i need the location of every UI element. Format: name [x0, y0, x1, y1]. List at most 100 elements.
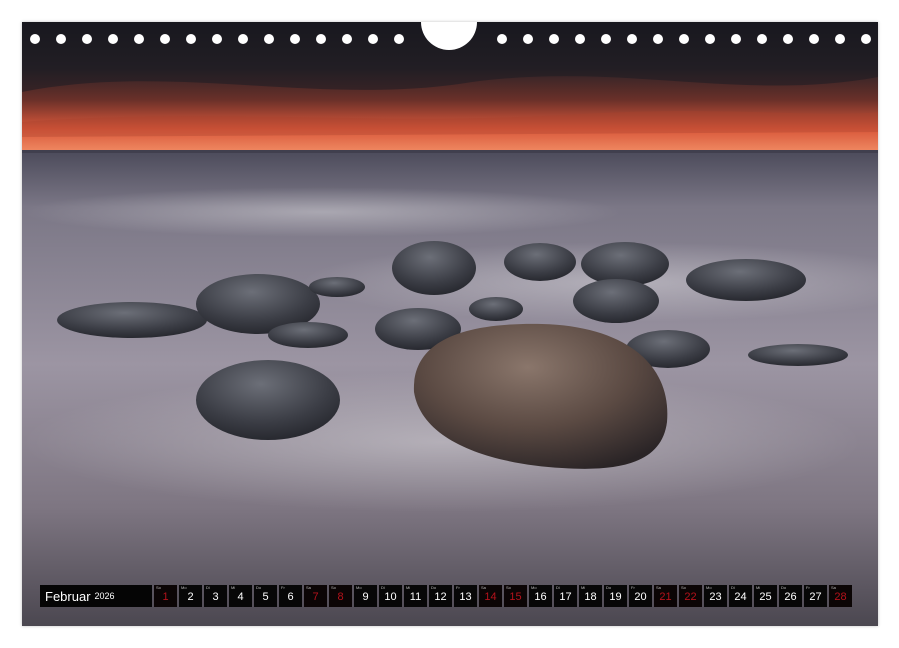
weekday-label: Mo: [706, 585, 712, 590]
day-cell: So 8: [329, 585, 352, 607]
day-number: 6: [287, 591, 294, 603]
weekday-label: Do: [781, 585, 787, 590]
weekday-label: So: [681, 585, 686, 590]
weekday-label: Sa: [306, 585, 311, 590]
binding-hole: [835, 34, 845, 44]
binding-hole: [809, 34, 819, 44]
binding-hole: [316, 34, 326, 44]
day-number: 11: [409, 591, 422, 603]
day-cell: Di 3: [204, 585, 227, 607]
day-number: 12: [434, 591, 447, 603]
day-number: 21: [659, 591, 672, 603]
calendar-bar: Februar 2026 So 1 Mo 2 Di 3 Mi 4 Do 5 Fr 6 Sa 7 So 8 Mo 9…: [40, 585, 860, 607]
month-year: 2026: [94, 591, 115, 601]
day-number: 4: [237, 591, 244, 603]
day-cell: Di 24: [729, 585, 752, 607]
binding-hole: [601, 34, 611, 44]
binding-hole: [212, 34, 222, 44]
weekday-label: Do: [431, 585, 437, 590]
binding-hole: [549, 34, 559, 44]
binding-hole: [705, 34, 715, 44]
binding-hole: [861, 34, 871, 44]
day-cell: Sa 28: [829, 585, 852, 607]
day-cell: Mi 4: [229, 585, 252, 607]
day-cell: Do 19: [604, 585, 627, 607]
weekday-label: Do: [256, 585, 262, 590]
day-number: 7: [312, 591, 319, 603]
weekday-label: Mo: [356, 585, 362, 590]
binding-hole: [342, 34, 352, 44]
day-cell: Sa 14: [479, 585, 502, 607]
weekday-label: Di: [556, 585, 560, 590]
binding-hole: [731, 34, 741, 44]
day-number: 16: [534, 591, 547, 603]
weekday-label: Mi: [581, 585, 586, 590]
day-cell: Do 26: [779, 585, 802, 607]
day-cell: Sa 21: [654, 585, 677, 607]
day-number: 28: [834, 591, 847, 603]
day-cell: Fr 27: [804, 585, 827, 607]
weekday-label: So: [156, 585, 161, 590]
day-cell: Mi 25: [754, 585, 777, 607]
day-cell: So 15: [504, 585, 527, 607]
day-number: 19: [609, 591, 622, 603]
day-cell: Fr 6: [279, 585, 302, 607]
binding-hole: [290, 34, 300, 44]
day-number: 24: [734, 591, 747, 603]
day-cell: Di 17: [554, 585, 577, 607]
day-cell: Mo 16: [529, 585, 552, 607]
weekday-label: Fr: [456, 585, 460, 590]
binding-hole: [264, 34, 274, 44]
day-number: 23: [709, 591, 722, 603]
day-cell: Mo 2: [179, 585, 202, 607]
day-number: 8: [337, 591, 344, 603]
day-number: 10: [384, 591, 397, 603]
day-cell: Di 10: [379, 585, 402, 607]
month-label: Februar 2026: [40, 585, 152, 607]
calendar-page: Februar 2026 So 1 Mo 2 Di 3 Mi 4 Do 5 Fr 6 Sa 7 So 8 Mo 9…: [22, 22, 878, 626]
binding-hole: [108, 34, 118, 44]
weekday-label: Mi: [406, 585, 411, 590]
binding-hole: [627, 34, 637, 44]
binding-hole: [679, 34, 689, 44]
binding-hole: [497, 34, 507, 44]
weekday-label: Fr: [806, 585, 810, 590]
weekday-label: Do: [606, 585, 612, 590]
weekday-label: Sa: [831, 585, 836, 590]
binding-hole: [56, 34, 66, 44]
binding-hole: [394, 34, 404, 44]
weekday-label: Mi: [756, 585, 761, 590]
weekday-label: Fr: [631, 585, 635, 590]
day-cell: Do 12: [429, 585, 452, 607]
day-cell: Fr 13: [454, 585, 477, 607]
binding-hole: [186, 34, 196, 44]
day-cells: So 1 Mo 2 Di 3 Mi 4 Do 5 Fr 6 Sa 7 So 8 Mo 9 Di 10 Mi 11 Do 12 F…: [154, 585, 852, 607]
day-cell: Sa 7: [304, 585, 327, 607]
weekday-label: Di: [731, 585, 735, 590]
binding-hole: [30, 34, 40, 44]
binding-hole: [82, 34, 92, 44]
day-cell: So 22: [679, 585, 702, 607]
day-number: 17: [559, 591, 572, 603]
day-number: 20: [634, 591, 647, 603]
binding-hole: [368, 34, 378, 44]
binding-hole: [653, 34, 663, 44]
day-number: 27: [809, 591, 822, 603]
binding-hole: [783, 34, 793, 44]
day-number: 5: [262, 591, 269, 603]
day-number: 14: [484, 591, 497, 603]
day-cell: Mi 11: [404, 585, 427, 607]
day-cell: Mi 18: [579, 585, 602, 607]
weekday-label: So: [331, 585, 336, 590]
weekday-label: Fr: [281, 585, 285, 590]
day-cell: Mo 23: [704, 585, 727, 607]
day-cell: Do 5: [254, 585, 277, 607]
binding-hole: [523, 34, 533, 44]
weekday-label: Mi: [231, 585, 236, 590]
month-name: Februar: [45, 588, 91, 604]
day-number: 13: [459, 591, 472, 603]
day-number: 18: [584, 591, 597, 603]
weekday-label: Mo: [531, 585, 537, 590]
day-number: 3: [212, 591, 219, 603]
weekday-label: Di: [381, 585, 385, 590]
